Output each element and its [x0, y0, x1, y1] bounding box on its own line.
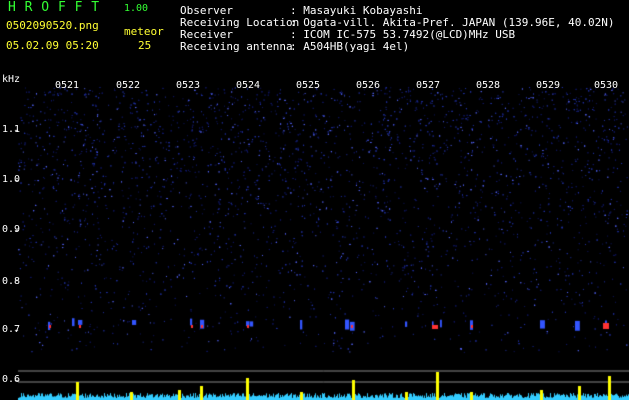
meteor-label: meteor: [124, 25, 164, 38]
time-tick-0530: 0530: [594, 80, 619, 91]
time-tick-0527: 0527: [416, 80, 441, 91]
app-title: H R O F F T: [8, 0, 100, 15]
y-tick-1.1: 1.1: [2, 124, 21, 135]
antenna-value: : A504HB(yagi 4el): [290, 40, 410, 53]
y-tick-0.8: 0.8: [2, 276, 21, 287]
time-tick-0528: 0528: [476, 80, 501, 91]
y-tick-0.9: 0.9: [2, 224, 21, 235]
y-tick-0.6: 0.6: [2, 374, 21, 385]
filename: 0502090520.png: [6, 19, 99, 32]
y-tick-1.0: 1.0: [2, 174, 21, 185]
time-tick-0529: 0529: [536, 80, 561, 91]
y-tick-0.7: 0.7: [2, 324, 21, 335]
time-tick-0524: 0524: [236, 80, 261, 91]
y-axis-unit: kHz: [2, 74, 21, 85]
spectrogram: [0, 75, 629, 400]
meteor-count: 25: [138, 39, 152, 52]
datetime: 05.02.09 05:20: [6, 39, 99, 52]
time-tick-0521: 0521: [55, 80, 80, 91]
antenna-label: Receiving antenna: [180, 40, 293, 53]
time-tick-0525: 0525: [296, 80, 321, 91]
time-tick-0526: 0526: [356, 80, 381, 91]
time-tick-0522: 0522: [116, 80, 141, 91]
app-version: 1.00: [124, 3, 149, 14]
time-tick-0523: 0523: [176, 80, 201, 91]
